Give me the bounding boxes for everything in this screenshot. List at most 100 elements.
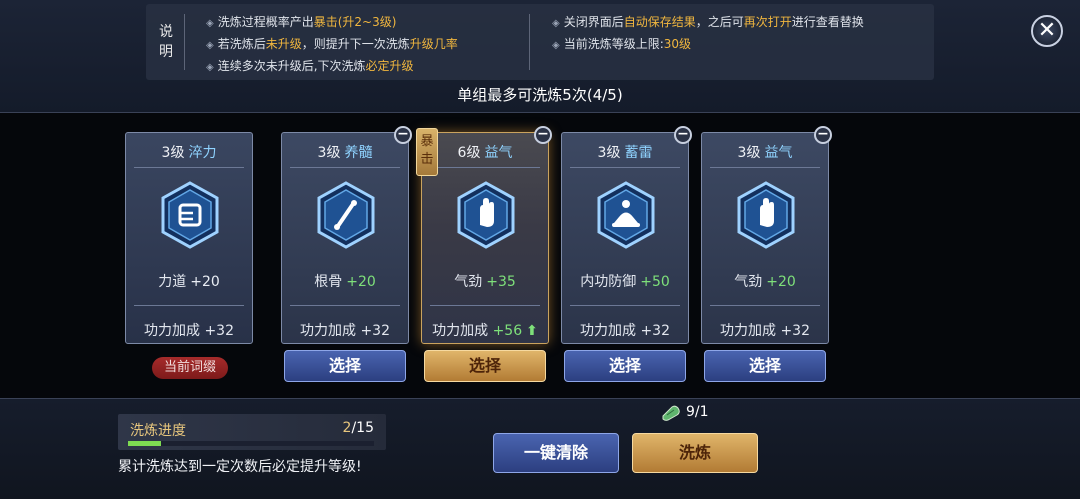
jade-icon: [660, 404, 682, 422]
progress-fill: [128, 441, 161, 446]
meditation-icon: [596, 181, 656, 249]
bullet-text: 若洗炼后: [217, 37, 266, 51]
current-affix-badge: 当前词缀: [152, 357, 228, 379]
stat-label: 气劲: [734, 274, 763, 290]
bullet-text: 连续多次未升级后,下次洗炼: [217, 59, 366, 73]
affix-name: 益气: [764, 145, 793, 161]
bonus-value: +32: [360, 323, 390, 339]
bullet-text: ，之后可: [695, 15, 744, 29]
wash-limit-text: 单组最多可洗炼5次(4/5): [457, 86, 623, 104]
stat-line: 内功防御 +50: [562, 271, 688, 291]
bullet-highlight: 必定升级: [365, 59, 414, 73]
bonus-line: 功力加成 +32: [562, 320, 688, 340]
card-level: 3级 淬力: [126, 142, 252, 162]
candidate-card[interactable]: 3级 蓄雷 内功防御 +50 功力加成 +32: [561, 132, 689, 344]
divider: [710, 305, 820, 306]
remove-button[interactable]: −: [394, 126, 412, 144]
divider: [570, 305, 680, 306]
level-text: 3级: [161, 145, 185, 161]
divider: [134, 167, 244, 168]
bullet-highlight: 升级几率: [409, 37, 458, 51]
bonus-label: 功力加成: [432, 323, 489, 339]
card-level: 3级 养髓: [282, 142, 408, 162]
bonus-value: +32: [640, 323, 670, 339]
progress-label: 洗炼进度: [130, 423, 186, 439]
card-level: 6级 益气: [422, 142, 548, 162]
candidate-card-crit[interactable]: 6级 益气 气劲 +35 功力加成 +56 ⬆: [421, 132, 549, 344]
level-text: 3级: [597, 145, 621, 161]
diamond-icon: ◈: [552, 40, 560, 51]
bone-icon: [316, 181, 376, 249]
stat-value: +35: [486, 274, 516, 290]
affix-name: 益气: [484, 145, 513, 161]
info-panel: 说明 ◈ 洗炼过程概率产出暴击(升2~3级) ◈ 若洗炼后未升级，则提升下一次洗炼升…: [146, 4, 934, 80]
divider: [710, 167, 820, 168]
select-button[interactable]: 选择: [704, 350, 826, 382]
bonus-line: 功力加成 +32: [702, 320, 828, 340]
select-button[interactable]: 选择: [564, 350, 686, 382]
wash-progress: 洗炼进度 2/15: [118, 414, 386, 450]
divider: [290, 167, 400, 168]
progress-total: /15: [351, 420, 374, 436]
stat-label: 根骨: [314, 274, 343, 290]
info-divider: [184, 14, 185, 70]
affix-name: 蓄雷: [624, 145, 653, 161]
stat-label: 气劲: [454, 274, 483, 290]
wash-button[interactable]: 洗炼: [632, 433, 758, 473]
stat-line: 气劲 +35: [422, 271, 548, 291]
select-button[interactable]: 选择: [424, 350, 546, 382]
card-level: 3级 益气: [702, 142, 828, 162]
stat-value: +50: [640, 274, 670, 290]
level-text: 3级: [317, 145, 341, 161]
candidate-card[interactable]: 3级 益气 气劲 +20 功力加成 +32: [701, 132, 829, 344]
bonus-line: 功力加成 +32: [282, 320, 408, 340]
divider: [430, 167, 540, 168]
remove-button[interactable]: −: [674, 126, 692, 144]
info-bullets-right: ◈ 关闭界面后自动保存结果，之后可再次打开进行查看替换 ◈ 当前洗炼等级上限:30级: [552, 12, 864, 56]
bullet-text: ，则提升下一次洗炼: [301, 37, 410, 51]
diamond-icon: ◈: [206, 40, 214, 51]
info-heading: 说明: [159, 24, 173, 60]
bullet-highlight: 未升级: [265, 37, 302, 51]
info-bullets-left: ◈ 洗炼过程概率产出暴击(升2~3级) ◈ 若洗炼后未升级，则提升下一次洗炼升级几率…: [206, 12, 458, 78]
bonus-label: 功力加成: [144, 323, 200, 339]
diamond-icon: ◈: [206, 18, 214, 29]
select-button[interactable]: 选择: [284, 350, 406, 382]
remove-button[interactable]: −: [534, 126, 552, 144]
crit-tag: 暴击: [416, 128, 438, 176]
bullet-text: 当前洗炼等级上限:: [563, 37, 664, 51]
bullet-highlight: 再次打开: [743, 15, 792, 29]
up-arrow-icon: ⬆: [526, 323, 538, 339]
wash-hint: 累计洗炼达到一定次数后必定提升等级!: [118, 459, 362, 475]
diamond-icon: ◈: [552, 18, 560, 29]
palm-icon: [736, 181, 796, 249]
bullet-text: 关闭界面后: [563, 15, 624, 29]
remove-button[interactable]: −: [814, 126, 832, 144]
bonus-label: 功力加成: [300, 323, 356, 339]
divider: [430, 305, 540, 306]
affix-name: 养髓: [344, 145, 373, 161]
divider: [290, 305, 400, 306]
stat-value: +20: [190, 274, 220, 290]
info-bullet: ◈ 连续多次未升级后,下次洗炼必定升级: [206, 56, 458, 78]
bonus-label: 功力加成: [720, 323, 776, 339]
stat-label: 力道: [158, 274, 187, 290]
bonus-label: 功力加成: [580, 323, 636, 339]
bullet-text: 洗炼过程概率产出: [217, 15, 314, 29]
material-count: 9/1: [686, 404, 709, 420]
info-bullet: ◈ 关闭界面后自动保存结果，之后可再次打开进行查看替换: [552, 12, 864, 34]
stat-label: 内功防御: [580, 274, 637, 290]
palm-icon: [456, 181, 516, 249]
divider: [134, 305, 244, 306]
bullet-highlight: 30级: [663, 37, 692, 51]
bonus-value: +32: [780, 323, 810, 339]
bullet-highlight: 暴击(升2~3级): [313, 15, 397, 29]
candidate-card[interactable]: 3级 养髓 根骨 +20 功力加成 +32: [281, 132, 409, 344]
stat-value: +20: [346, 274, 376, 290]
divider: [570, 167, 680, 168]
bullet-text: 进行查看替换: [791, 15, 864, 29]
clear-all-button[interactable]: 一键清除: [493, 433, 619, 473]
info-bullet: ◈ 洗炼过程概率产出暴击(升2~3级): [206, 12, 458, 34]
info-divider: [529, 14, 530, 70]
close-button[interactable]: ✕: [1031, 15, 1063, 47]
